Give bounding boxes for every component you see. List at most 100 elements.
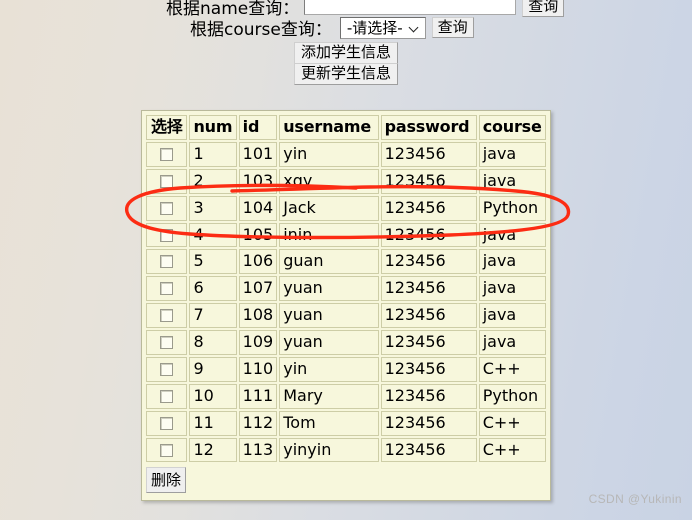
row-checkbox[interactable] — [160, 443, 174, 457]
cell-num: 1 — [189, 141, 237, 167]
table-header-row: 选择 num id username password course — [146, 115, 546, 140]
cell-password: 123456 — [380, 356, 477, 382]
row-checkbox[interactable] — [160, 362, 174, 376]
course-select-value: -请选择- — [346, 19, 403, 37]
student-table: 选择 num id username password course 1 101 y… — [144, 113, 548, 465]
column-header-password: password — [380, 115, 477, 140]
cell-password: 123456 — [380, 141, 477, 167]
row-select-cell — [146, 383, 188, 409]
table-row: 5 106 guan 123456 java — [146, 249, 546, 275]
table-footer: 删除 — [144, 464, 548, 498]
cell-id: 106 — [238, 249, 278, 275]
row-checkbox[interactable] — [160, 147, 174, 161]
cell-course: java — [478, 222, 546, 248]
update-student-button[interactable]: 更新学生信息 — [294, 63, 398, 85]
cell-id: 108 — [238, 303, 278, 328]
cell-num: 9 — [189, 356, 237, 382]
delete-button[interactable]: 删除 — [146, 467, 187, 494]
row-checkbox[interactable] — [160, 336, 174, 349]
cell-id: 111 — [238, 383, 278, 409]
row-checkbox[interactable] — [160, 389, 174, 403]
row-select-cell — [146, 195, 188, 221]
cell-num: 10 — [189, 383, 237, 409]
cell-id: 104 — [238, 195, 278, 221]
cell-num: 11 — [189, 410, 237, 436]
table-head: 选择 num id username password course — [146, 115, 546, 140]
table-row: 8 109 yuan 123456 java — [146, 330, 546, 355]
cell-username: yuan — [279, 330, 379, 355]
watermark: CSDN @Yukinin — [588, 492, 682, 506]
cell-course: java — [478, 303, 546, 328]
cell-username: Mary — [279, 383, 379, 409]
cell-course: Python — [478, 383, 546, 409]
cell-id: 103 — [238, 168, 278, 194]
table-row: 1 101 yin 123456 java — [146, 141, 546, 167]
cell-num: 3 — [189, 195, 237, 221]
cell-course: C++ — [478, 410, 546, 436]
cell-num: 12 — [189, 437, 237, 463]
cell-course: java — [478, 330, 546, 355]
row-checkbox[interactable] — [160, 416, 174, 430]
table-row: 4 105 inin 123456 java — [146, 222, 546, 248]
row-select-cell — [146, 356, 188, 382]
cell-password: 123456 — [380, 222, 477, 248]
course-query-label: 根据course查询： — [190, 20, 332, 40]
table-row: 9 110 yin 123456 C++ — [146, 356, 546, 382]
cell-password: 123456 — [380, 195, 477, 221]
cell-num: 7 — [189, 303, 237, 328]
table-body: 1 101 yin 123456 java 2 103 xgy 123456 java 3 104 Ja… — [146, 141, 546, 463]
cell-num: 8 — [189, 330, 237, 355]
row-select-cell — [146, 330, 188, 355]
column-header-num: num — [189, 115, 237, 140]
cell-id: 112 — [238, 410, 278, 436]
table-row: 10 111 Mary 123456 Python — [146, 383, 546, 409]
add-student-button[interactable]: 添加学生信息 — [294, 42, 398, 64]
cell-username: Tom — [279, 410, 379, 436]
row-checkbox[interactable] — [160, 201, 174, 215]
row-select-cell — [146, 303, 188, 328]
cell-password: 123456 — [380, 249, 477, 275]
cell-username: guan — [279, 249, 379, 275]
cell-username: yuan — [279, 303, 379, 328]
cell-password: 123456 — [380, 303, 477, 328]
cell-course: java — [478, 141, 546, 167]
cell-num: 6 — [189, 276, 237, 302]
cell-username: Jack — [279, 195, 379, 221]
row-checkbox[interactable] — [160, 255, 174, 269]
row-select-cell — [146, 410, 188, 436]
cell-id: 101 — [238, 141, 278, 167]
cell-num: 5 — [189, 249, 237, 275]
cell-username: yin — [279, 141, 379, 167]
course-query-button[interactable]: 查询 — [431, 16, 474, 39]
table-row: 7 108 yuan 123456 java — [146, 303, 546, 328]
cell-username: yuan — [279, 276, 379, 302]
row-checkbox[interactable] — [160, 282, 174, 296]
name-query-input[interactable] — [304, 0, 517, 15]
table-row: 11 112 Tom 123456 C++ — [146, 410, 546, 436]
cell-username: xgy — [279, 168, 379, 194]
row-select-cell — [146, 141, 188, 167]
name-query-button[interactable]: 查询 — [522, 0, 565, 18]
cell-id: 105 — [238, 222, 278, 248]
row-select-cell — [146, 168, 188, 194]
chevron-down-icon — [410, 23, 419, 32]
query-form-area: 根据name查询： 查询 根据course查询： -请选择- 查询 添加学生信息… — [0, 0, 692, 96]
table-row: 6 107 yuan 123456 java — [146, 276, 546, 302]
table-row: 3 104 Jack 123456 Python — [146, 195, 546, 221]
table-row: 12 113 yinyin 123456 C++ — [146, 437, 546, 463]
cell-password: 123456 — [380, 168, 477, 194]
course-select[interactable]: -请选择- — [339, 16, 426, 39]
cell-password: 123456 — [380, 276, 477, 302]
cell-course: C++ — [478, 356, 546, 382]
update-student-row: 更新学生信息 — [294, 63, 398, 85]
cell-password: 123456 — [380, 383, 477, 409]
row-checkbox[interactable] — [160, 174, 174, 188]
cell-password: 123456 — [380, 330, 477, 355]
row-checkbox[interactable] — [160, 309, 174, 323]
cell-password: 123456 — [380, 410, 477, 436]
student-table-panel: 选择 num id username password course 1 101 y… — [141, 110, 551, 502]
cell-course: Python — [478, 195, 546, 221]
row-checkbox[interactable] — [160, 228, 174, 242]
cell-username: yin — [279, 356, 379, 382]
cell-username: yinyin — [279, 437, 379, 463]
